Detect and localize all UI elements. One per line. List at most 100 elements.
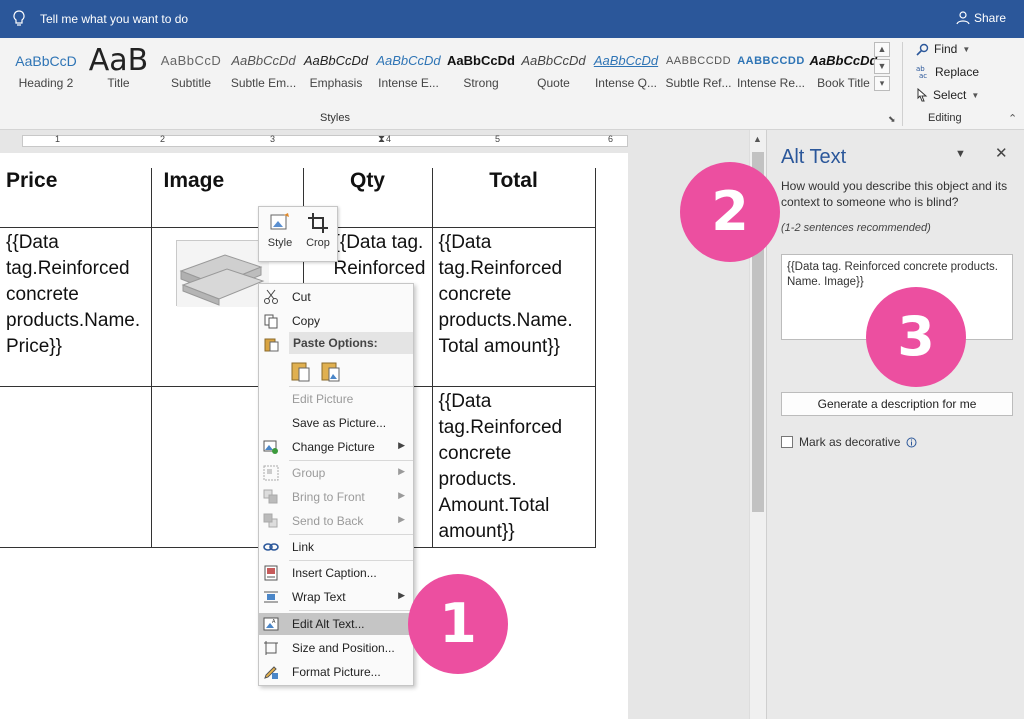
- scroll-up-icon[interactable]: ▲: [753, 134, 762, 144]
- style-gallery-item[interactable]: AaBbCcDd Intense Q...: [590, 46, 662, 106]
- submenu-arrow-icon: ▶: [398, 490, 405, 500]
- style-gallery-item[interactable]: AaBbCcDd Strong: [445, 46, 517, 106]
- change-picture-icon: [263, 440, 278, 454]
- style-name: Quote: [537, 76, 570, 90]
- tell-me-search[interactable]: Tell me what you want to do: [40, 12, 188, 26]
- style-gallery-item[interactable]: AABBCCDD Subtle Ref...: [663, 46, 735, 106]
- bring-to-front-icon: [263, 489, 278, 504]
- style-sample: AaBbCcDd: [593, 53, 659, 68]
- menu-item-change-picture[interactable]: Change Picture ▶: [259, 436, 413, 458]
- menu-item-save-as-picture[interactable]: Save as Picture...: [259, 412, 413, 434]
- cell-price[interactable]: [0, 385, 152, 548]
- menu-separator: [289, 460, 413, 461]
- copy-icon: [264, 314, 278, 329]
- menu-label: Change Picture: [292, 440, 375, 454]
- style-gallery-item[interactable]: AaBbCcDd Quote: [518, 46, 590, 106]
- style-name: Intense Re...: [736, 76, 806, 90]
- ruler-number: 6: [608, 134, 614, 144]
- callout-3: 3: [866, 287, 966, 387]
- format-picture-icon: [264, 666, 278, 679]
- find-button[interactable]: Find ▼: [916, 42, 970, 56]
- alt-text-recommendation: (1-2 sentences recommended): [781, 222, 931, 234]
- style-gallery-item[interactable]: AaBbCcD Subtitle: [155, 46, 227, 106]
- submenu-arrow-icon: ▶: [398, 440, 405, 450]
- menu-label: Edit Alt Text...: [292, 617, 365, 631]
- style-gallery-item[interactable]: AaBbCcDd Intense E...: [373, 46, 445, 106]
- style-name: Subtle Ref...: [665, 76, 732, 90]
- editing-group-label: Editing: [928, 112, 962, 124]
- find-dropdown-icon: ▼: [962, 44, 971, 54]
- style-name: Book Title: [817, 76, 870, 90]
- share-button[interactable]: Share: [956, 11, 1006, 25]
- paste-as-picture-icon[interactable]: [321, 360, 341, 382]
- gallery-down-button[interactable]: ▼: [874, 59, 890, 74]
- crop-button[interactable]: Crop: [301, 212, 335, 249]
- collapse-ribbon-icon[interactable]: ⌃: [1008, 112, 1017, 125]
- menu-label: Copy: [292, 314, 321, 328]
- menu-item-link[interactable]: Link: [259, 536, 413, 558]
- ruler-indent-marker-icon[interactable]: ⧗: [378, 134, 385, 145]
- menu-item-insert-caption[interactable]: Insert Caption...: [259, 562, 413, 584]
- crop-icon: [308, 213, 328, 233]
- concrete-products-image[interactable]: [176, 240, 269, 307]
- gallery-more-button[interactable]: ▾: [874, 76, 890, 91]
- cursor-icon: [917, 88, 928, 102]
- menu-label: Link: [292, 540, 315, 554]
- menu-separator: [289, 386, 413, 387]
- style-gallery-item[interactable]: AaBbCcDd Book Title: [808, 46, 880, 106]
- mark-decorative-option[interactable]: Mark as decorative: [781, 435, 917, 449]
- style-sample: AaBbCcDd: [303, 53, 369, 68]
- header-total: Total: [431, 168, 596, 228]
- cell-price[interactable]: {{Data tag.Reinforced concrete products.…: [0, 226, 152, 387]
- ruler-number: 4: [386, 134, 392, 144]
- menu-item-wrap-text[interactable]: Wrap Text ▶: [259, 586, 413, 608]
- style-name: Subtitle: [170, 76, 212, 90]
- menu-item-cut[interactable]: Cut: [259, 286, 413, 308]
- info-icon[interactable]: [906, 437, 917, 448]
- replace-button[interactable]: ab ac Replace: [916, 65, 979, 79]
- menu-label: Send to Back: [292, 514, 364, 528]
- pane-options-icon[interactable]: ▼: [955, 148, 966, 160]
- menu-item-group[interactable]: Group ▶: [259, 462, 413, 484]
- cell-total[interactable]: {{Data tag.Reinforced concrete products.…: [431, 226, 596, 387]
- style-gallery-item[interactable]: AaBbCcD Heading 2: [10, 46, 82, 106]
- svg-text:ac: ac: [919, 72, 927, 79]
- wrap-text-icon: [264, 591, 278, 603]
- svg-text:A: A: [272, 619, 276, 625]
- gallery-up-button[interactable]: ▲: [874, 42, 890, 57]
- size-position-icon: [264, 641, 278, 655]
- alt-text-pane: Alt Text ▼ ✕ How would you describe this…: [766, 130, 1024, 719]
- style-gallery-item[interactable]: AABBCCDD Intense Re...: [735, 46, 807, 106]
- close-icon[interactable]: ✕: [995, 144, 1008, 162]
- cell-total[interactable]: {{Data tag.Reinforced concrete products.…: [431, 385, 596, 548]
- styles-dialog-launcher-icon[interactable]: ⬊: [888, 114, 896, 125]
- menu-item-size-and-position[interactable]: Size and Position...: [259, 637, 413, 659]
- style-name: Emphasis: [309, 76, 363, 90]
- caption-icon: [264, 565, 278, 581]
- menu-separator: [289, 610, 413, 611]
- replace-label: Replace: [935, 65, 980, 79]
- menu-item-edit-picture[interactable]: Edit Picture: [259, 388, 413, 410]
- menu-item-copy[interactable]: Copy: [259, 310, 413, 332]
- paste-keep-formatting-icon[interactable]: [291, 360, 311, 382]
- submenu-arrow-icon: ▶: [398, 514, 405, 524]
- style-gallery-item[interactable]: AaBbCcDd Subtle Em...: [228, 46, 300, 106]
- style-gallery-item[interactable]: AaBbCcDd Emphasis: [300, 46, 372, 106]
- style-name: Title: [107, 76, 130, 90]
- horizontal-ruler: 1 2 3 4 5 6 ⧗: [0, 130, 628, 152]
- menu-item-send-to-back[interactable]: Send to Back ▶: [259, 510, 413, 532]
- scissors-icon: [264, 289, 278, 304]
- style-gallery-item[interactable]: AaB Title: [83, 46, 155, 106]
- generate-description-button[interactable]: Generate a description for me: [781, 392, 1013, 416]
- ruler-number: 2: [160, 134, 166, 144]
- styles-group-label: Styles: [320, 112, 350, 124]
- context-menu: Cut Copy Paste Options: Edit Picture Sav…: [258, 283, 414, 686]
- mark-decorative-checkbox[interactable]: [781, 436, 793, 448]
- menu-item-format-picture[interactable]: Format Picture...: [259, 661, 413, 683]
- style-button[interactable]: Style: [263, 212, 297, 249]
- menu-item-bring-to-front[interactable]: Bring to Front ▶: [259, 486, 413, 508]
- style-name: Intense E...: [378, 76, 439, 90]
- menu-separator: [289, 534, 413, 535]
- select-button[interactable]: Select ▼: [916, 88, 979, 102]
- menu-item-edit-alt-text[interactable]: A Edit Alt Text...: [259, 613, 413, 635]
